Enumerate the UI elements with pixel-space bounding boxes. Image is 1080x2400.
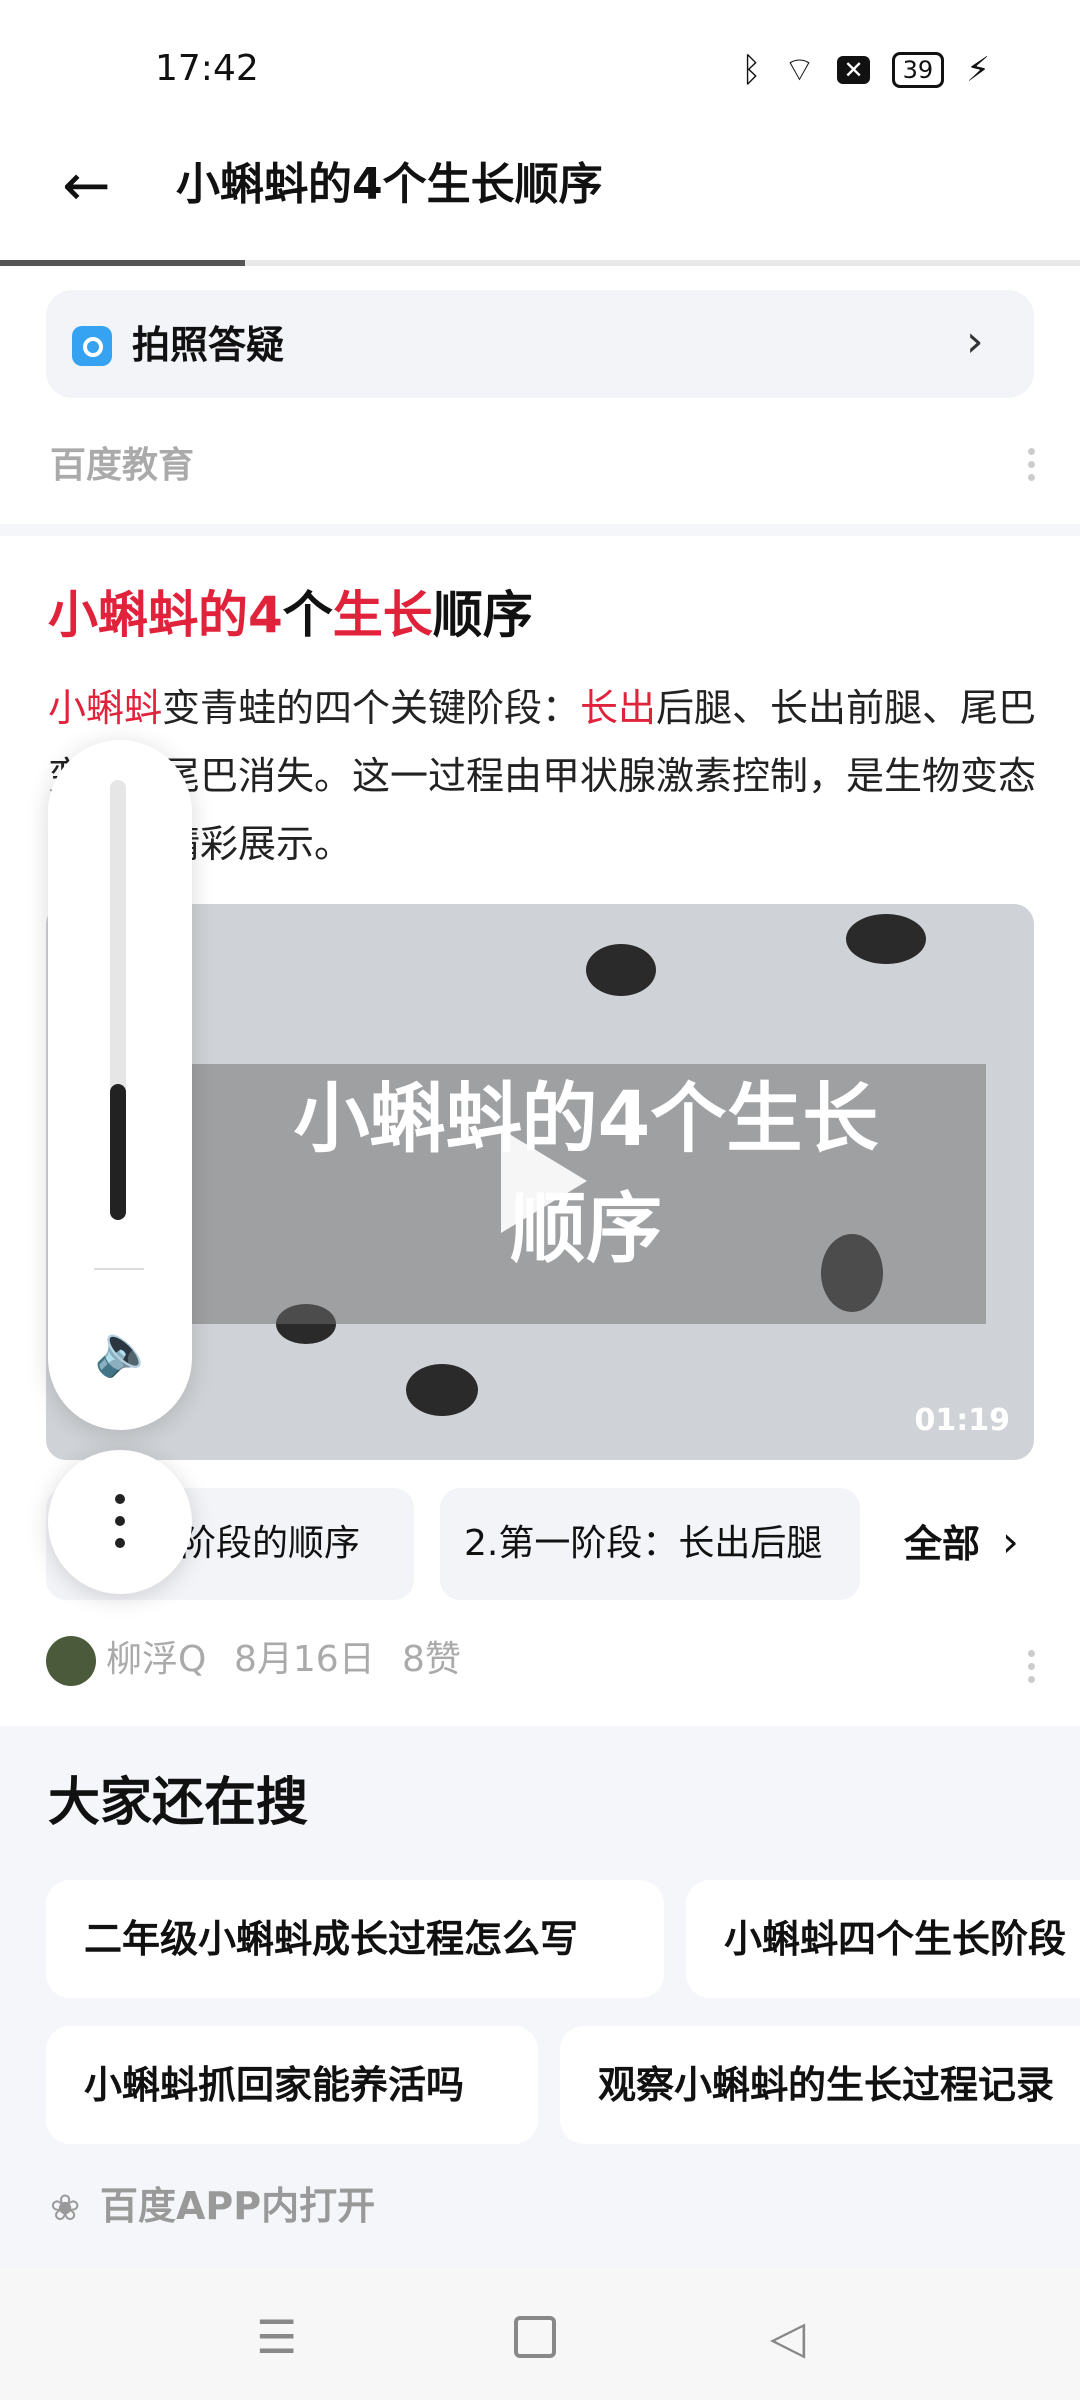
bluetooth-icon: ᛒ xyxy=(741,49,762,90)
avatar[interactable] xyxy=(46,1636,96,1686)
tadpole-shape xyxy=(846,914,926,964)
title-part: 个 xyxy=(282,586,333,644)
all-chapters-button[interactable]: 全部 xyxy=(904,1516,980,1572)
tadpole-shape xyxy=(406,1364,478,1416)
chevron-right-icon[interactable]: › xyxy=(1002,1510,1019,1574)
paw-icon: ❀ xyxy=(50,2188,81,2229)
menu-icon[interactable]: ☰ xyxy=(256,2310,297,2364)
chevron-right-icon: › xyxy=(966,316,984,367)
video-player[interactable]: 小蝌蚪的4个生长 顺序 01:19 xyxy=(46,904,1034,1460)
also-search-title: 大家还在搜 xyxy=(48,1773,309,1833)
page-title: 小蝌蚪的4个生长顺序 xyxy=(176,159,603,210)
dot xyxy=(115,1516,125,1526)
volume-more-button[interactable] xyxy=(48,1450,192,1594)
title-part: 顺序 xyxy=(432,586,533,644)
result-title[interactable]: 小蝌蚪的4个生长顺序 xyxy=(48,580,533,650)
battery-icon: 39 xyxy=(891,51,945,88)
video-duration: 01:19 xyxy=(914,1403,1011,1438)
speaker-icon[interactable]: 🔈 xyxy=(94,1320,156,1380)
chapter-label-1: 阶段的顺序 xyxy=(180,1523,361,1564)
volume-level-fill xyxy=(110,1084,126,1220)
like-count: 8赞 xyxy=(402,1639,461,1680)
summary-part: 变青蛙的四个关键阶段： xyxy=(162,686,581,730)
volume-divider xyxy=(94,1268,144,1270)
sim-off-icon: ✕ xyxy=(837,55,870,84)
summary-part: 小蝌蚪 xyxy=(48,686,163,730)
summary-part: 长出 xyxy=(580,686,657,730)
open-in-app-link[interactable]: 百度APP内打开 xyxy=(100,2178,375,2234)
tadpole-shape xyxy=(586,944,656,996)
dot xyxy=(115,1494,125,1504)
home-icon[interactable] xyxy=(514,2316,556,2358)
source-label: 百度教育 xyxy=(50,445,195,486)
author-name[interactable]: 柳浮Q xyxy=(106,1632,206,1688)
search-tag[interactable]: 观察小蝌蚪的生长过程记录 xyxy=(560,2026,1080,2144)
charging-icon: ⚡ xyxy=(966,49,990,90)
status-time: 17:42 xyxy=(155,48,259,89)
more-vertical-icon[interactable] xyxy=(1028,1644,1038,1689)
photo-qa-label: 拍照答疑 xyxy=(132,323,285,367)
title-part: 生长 xyxy=(332,586,433,644)
play-icon[interactable] xyxy=(501,1129,587,1233)
title-part: 小蝌蚪 xyxy=(48,586,198,644)
more-vertical-icon[interactable] xyxy=(1028,442,1038,487)
camera-icon xyxy=(72,326,112,366)
search-tag[interactable]: 二年级小蝌蚪成长过程怎么写 xyxy=(46,1880,664,1998)
arrow-left-icon[interactable]: ← xyxy=(62,150,132,220)
search-tag[interactable]: 小蝌蚪四个生长阶段 xyxy=(686,1880,1080,1998)
post-date: 8月16日 xyxy=(234,1639,375,1680)
search-tag[interactable]: 小蝌蚪抓回家能养活吗 xyxy=(46,2026,538,2144)
dot xyxy=(115,1538,125,1548)
wifi-icon: ⌔ xyxy=(783,50,816,90)
result-summary: 小蝌蚪变青蛙的四个关键阶段：长出后腿、长出前腿、尾巴变短、尾巴消失。这一过程由甲… xyxy=(48,674,1038,878)
chapter-label-2: 2.第一阶段：长出后腿 xyxy=(464,1523,823,1564)
title-part: 的4 xyxy=(198,586,283,644)
status-icons: ᛒ ⌔ ✕ 39 ⚡ xyxy=(741,48,990,91)
back-triangle-icon[interactable]: ◁ xyxy=(770,2310,805,2364)
